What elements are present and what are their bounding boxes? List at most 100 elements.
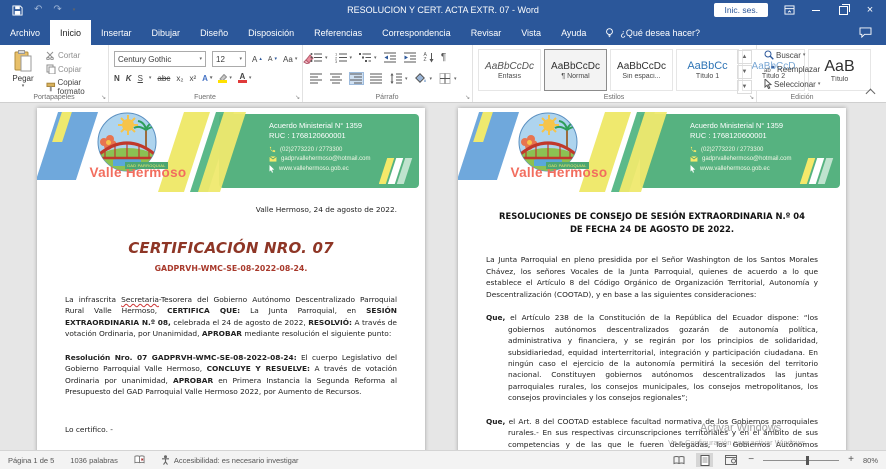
increase-indent-button[interactable] bbox=[404, 52, 417, 63]
text-effects-button[interactable]: A▾ bbox=[202, 74, 212, 83]
tab-ayuda[interactable]: Ayuda bbox=[551, 20, 596, 45]
restore-button[interactable] bbox=[837, 4, 849, 16]
replace-button[interactable]: ab Reemplazar bbox=[764, 65, 820, 74]
decrease-indent-button[interactable] bbox=[384, 52, 397, 63]
redo-icon[interactable]: ↷ bbox=[53, 5, 61, 15]
replace-icon: ab bbox=[764, 65, 775, 74]
cursor-pointer-icon bbox=[690, 165, 696, 173]
page2-body[interactable]: RESOLUCIONES DE CONSEJO DE SESIÓN EXTRAO… bbox=[458, 210, 846, 451]
bold-button[interactable]: N bbox=[114, 74, 120, 83]
highlight-color-button[interactable]: ▾ bbox=[218, 74, 232, 83]
undo-icon[interactable]: ↶ bbox=[34, 5, 42, 15]
sort-button[interactable]: AZ bbox=[424, 53, 434, 63]
document-page-1[interactable]: Acuerdo Ministerial N° 1359 RUC : 176812… bbox=[37, 108, 425, 451]
certification-title: CERTIFICACIÓN NRO. 07 bbox=[65, 237, 397, 260]
grow-font-button[interactable]: A▴ bbox=[252, 55, 262, 64]
style-normal[interactable]: AaBbCcDc ¶ Normal bbox=[544, 49, 607, 91]
tab-vista[interactable]: Vista bbox=[511, 20, 551, 45]
select-button[interactable]: Seleccionar ▾ bbox=[764, 79, 820, 89]
align-right-button[interactable] bbox=[350, 73, 363, 84]
document-page-2[interactable]: Acuerdo Ministerial N° 1359 RUC : 176812… bbox=[458, 108, 846, 451]
comments-icon[interactable] bbox=[859, 20, 872, 45]
show-marks-button[interactable]: ¶ bbox=[441, 52, 446, 63]
search-icon bbox=[764, 50, 774, 60]
tab-dibujar[interactable]: Dibujar bbox=[142, 20, 191, 45]
word-count[interactable]: 1036 palabras bbox=[70, 456, 118, 465]
superscript-button[interactable]: x² bbox=[189, 74, 196, 83]
accessibility-status[interactable]: Accesibilidad: es necesario investigar bbox=[161, 455, 299, 465]
tab-diseno[interactable]: Diseño bbox=[190, 20, 238, 45]
zoom-out-button[interactable]: − bbox=[748, 455, 754, 465]
borders-icon bbox=[439, 73, 452, 84]
zoom-slider-thumb[interactable] bbox=[806, 456, 809, 465]
read-mode-button[interactable] bbox=[670, 453, 687, 467]
clipboard-dialog-launcher-icon[interactable]: ↘ bbox=[101, 94, 106, 101]
style-enfasis[interactable]: AaBbCcDc Énfasis bbox=[478, 49, 541, 91]
multilevel-list-button[interactable]: ▾ bbox=[359, 52, 377, 63]
font-color-button[interactable]: A ▾ bbox=[238, 73, 252, 83]
copy-button[interactable]: Copiar bbox=[46, 64, 108, 74]
paragraph-dialog-launcher-icon[interactable]: ↘ bbox=[465, 94, 470, 101]
zoom-in-button[interactable]: + bbox=[848, 455, 854, 465]
page-indicator[interactable]: Página 1 de 5 bbox=[8, 456, 54, 465]
font-dialog-launcher-icon[interactable]: ↘ bbox=[295, 94, 300, 101]
tab-correspondencia[interactable]: Correspondencia bbox=[372, 20, 461, 45]
underline-dropdown-icon[interactable]: ▾ bbox=[149, 75, 152, 81]
bullets-button[interactable]: ▾ bbox=[310, 52, 328, 63]
subscript-button[interactable]: x₂ bbox=[176, 74, 183, 83]
web-layout-button[interactable] bbox=[722, 453, 739, 467]
change-case-button[interactable]: Aa▾ bbox=[283, 55, 297, 64]
font-size-value: 12 bbox=[216, 55, 236, 64]
align-left-button[interactable] bbox=[310, 73, 323, 84]
borders-button[interactable]: ▾ bbox=[439, 73, 457, 84]
quick-access-toolbar: ↶ ↷ ▾ bbox=[12, 5, 75, 16]
title-bar: ↶ ↷ ▾ RESOLUCION Y CERT. ACTA EXTR. 07 -… bbox=[0, 0, 886, 20]
styles-more-icon[interactable]: ▼ bbox=[737, 80, 752, 94]
zoom-level[interactable]: 80% bbox=[863, 456, 878, 465]
line-spacing-button[interactable]: ▾ bbox=[390, 73, 408, 84]
shading-button[interactable]: ▾ bbox=[415, 73, 433, 84]
styles-scroll-down-icon[interactable]: ▼ bbox=[737, 65, 752, 79]
style-sin-espaciado[interactable]: AaBbCcDc Sin espaci... bbox=[610, 49, 673, 91]
tab-archivo[interactable]: Archivo bbox=[0, 20, 50, 45]
ribbon-tab-bar: Archivo Inicio Insertar Dibujar Diseño D… bbox=[0, 20, 886, 45]
close-button[interactable]: × bbox=[864, 4, 876, 16]
cut-button[interactable]: Cortar bbox=[46, 51, 108, 60]
tell-me-box[interactable]: ¿Qué desea hacer? bbox=[596, 20, 708, 45]
find-button[interactable]: Buscar ▾ bbox=[764, 50, 820, 60]
gad-logo: GAD PARROQUIAL Valle Hermoso bbox=[91, 112, 177, 196]
align-center-button[interactable] bbox=[330, 73, 343, 84]
sign-in-button[interactable]: Inic. ses. bbox=[714, 3, 768, 17]
document-canvas[interactable]: Acuerdo Ministerial N° 1359 RUC : 176812… bbox=[0, 102, 886, 451]
minimize-button[interactable] bbox=[810, 4, 822, 16]
tab-insertar[interactable]: Insertar bbox=[91, 20, 142, 45]
tab-revisar[interactable]: Revisar bbox=[461, 20, 512, 45]
collapse-ribbon-icon[interactable] bbox=[866, 89, 876, 99]
page1-body[interactable]: Valle Hermoso, 24 de agosto de 2022. CER… bbox=[37, 204, 425, 435]
save-icon[interactable] bbox=[12, 5, 23, 16]
phone-number: (02)2773220 / 2773300 bbox=[701, 147, 763, 153]
underline-button[interactable]: S bbox=[138, 74, 143, 83]
print-layout-button[interactable] bbox=[696, 453, 713, 467]
numbering-button[interactable]: 123▾ bbox=[335, 52, 353, 63]
paste-button[interactable]: Pegar ▾ bbox=[6, 50, 40, 94]
style-titulo-1[interactable]: AaBbCc Título 1 bbox=[676, 49, 739, 91]
font-name-select[interactable]: Century Gothic ▾ bbox=[114, 51, 206, 67]
styles-dialog-launcher-icon[interactable]: ↘ bbox=[749, 94, 754, 101]
font-size-select[interactable]: 12 ▾ bbox=[212, 51, 246, 67]
italic-button[interactable]: K bbox=[126, 74, 132, 83]
paste-dropdown-icon[interactable]: ▾ bbox=[22, 83, 25, 89]
strikethrough-button[interactable]: abc bbox=[157, 74, 170, 83]
ribbon-display-options-icon[interactable] bbox=[783, 4, 795, 16]
justify-button[interactable] bbox=[370, 73, 383, 84]
zoom-slider[interactable] bbox=[763, 460, 839, 461]
styles-scroll-up-icon[interactable]: ▲ bbox=[737, 50, 752, 64]
customize-qat-icon[interactable]: ▾ bbox=[73, 7, 76, 13]
shrink-font-button[interactable]: A▾ bbox=[268, 56, 277, 63]
tab-referencias[interactable]: Referencias bbox=[304, 20, 372, 45]
certification-code: GADPRVH-WMC-SE-08-2022-08-24. bbox=[65, 263, 397, 275]
tab-inicio[interactable]: Inicio bbox=[50, 20, 91, 45]
proofing-status[interactable] bbox=[134, 455, 145, 465]
tab-disposicion[interactable]: Disposición bbox=[238, 20, 304, 45]
scissors-icon bbox=[46, 51, 56, 60]
